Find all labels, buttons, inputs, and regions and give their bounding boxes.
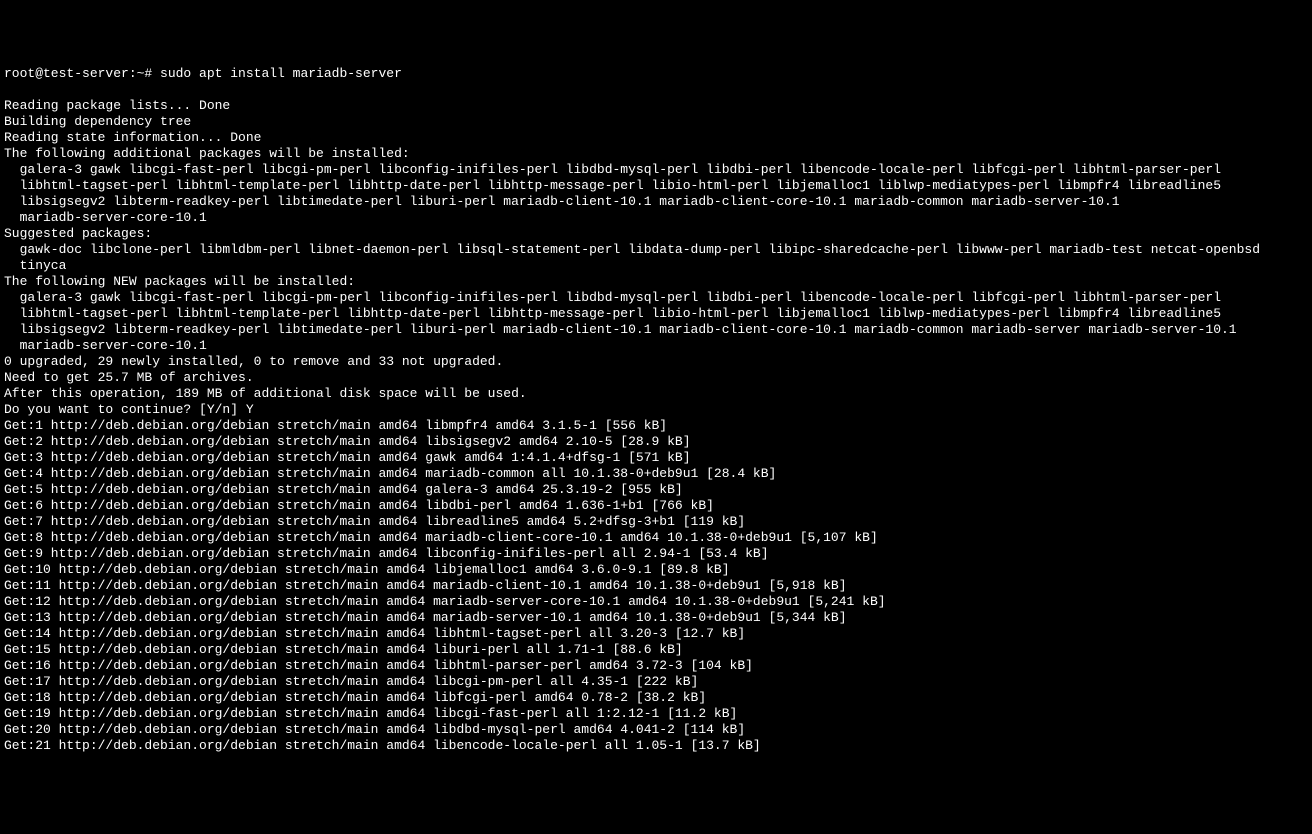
status-line: The following additional packages will b… [4,146,1308,162]
download-line: Get:10 http://deb.debian.org/debian stre… [4,562,1308,578]
package-list-line: libsigsegv2 libterm-readkey-perl libtime… [4,194,1308,210]
download-line: Get:9 http://deb.debian.org/debian stret… [4,546,1308,562]
package-list-line: libsigsegv2 libterm-readkey-perl libtime… [4,322,1308,338]
download-line: Get:8 http://deb.debian.org/debian stret… [4,530,1308,546]
status-line: Reading package lists... Done [4,98,1308,114]
download-line: Get:13 http://deb.debian.org/debian stre… [4,610,1308,626]
download-line: Get:12 http://deb.debian.org/debian stre… [4,594,1308,610]
new-packages-header: The following NEW packages will be insta… [4,274,1308,290]
download-line: Get:5 http://deb.debian.org/debian stret… [4,482,1308,498]
package-list-line: libhtml-tagset-perl libhtml-template-per… [4,178,1308,194]
download-line: Get:6 http://deb.debian.org/debian stret… [4,498,1308,514]
download-line: Get:1 http://deb.debian.org/debian stret… [4,418,1308,434]
package-list-line: mariadb-server-core-10.1 [4,210,1308,226]
package-list-line: galera-3 gawk libcgi-fast-perl libcgi-pm… [4,290,1308,306]
terminal-prompt-line[interactable]: root@test-server:~# sudo apt install mar… [4,66,1308,82]
summary-line: 0 upgraded, 29 newly installed, 0 to rem… [4,354,1308,370]
package-list-line: libhtml-tagset-perl libhtml-template-per… [4,306,1308,322]
download-line: Get:18 http://deb.debian.org/debian stre… [4,690,1308,706]
download-line: Get:3 http://deb.debian.org/debian stret… [4,450,1308,466]
download-line: Get:4 http://deb.debian.org/debian stret… [4,466,1308,482]
download-line: Get:7 http://deb.debian.org/debian stret… [4,514,1308,530]
download-line: Get:16 http://deb.debian.org/debian stre… [4,658,1308,674]
summary-line: Need to get 25.7 MB of archives. [4,370,1308,386]
package-list-line: galera-3 gawk libcgi-fast-perl libcgi-pm… [4,162,1308,178]
download-line: Get:2 http://deb.debian.org/debian stret… [4,434,1308,450]
download-line: Get:17 http://deb.debian.org/debian stre… [4,674,1308,690]
status-line: Reading state information... Done [4,130,1308,146]
download-line: Get:19 http://deb.debian.org/debian stre… [4,706,1308,722]
summary-line: Do you want to continue? [Y/n] Y [4,402,1308,418]
download-line: Get:11 http://deb.debian.org/debian stre… [4,578,1308,594]
download-line: Get:20 http://deb.debian.org/debian stre… [4,722,1308,738]
package-list-line: tinyca [4,258,1308,274]
summary-line: After this operation, 189 MB of addition… [4,386,1308,402]
package-list-line: gawk-doc libclone-perl libmldbm-perl lib… [4,242,1308,258]
status-line: Building dependency tree [4,114,1308,130]
download-line: Get:15 http://deb.debian.org/debian stre… [4,642,1308,658]
package-list-line: mariadb-server-core-10.1 [4,338,1308,354]
terminal-output: Reading package lists... DoneBuilding de… [4,98,1308,754]
download-line: Get:14 http://deb.debian.org/debian stre… [4,626,1308,642]
download-line: Get:21 http://deb.debian.org/debian stre… [4,738,1308,754]
suggested-header: Suggested packages: [4,226,1308,242]
